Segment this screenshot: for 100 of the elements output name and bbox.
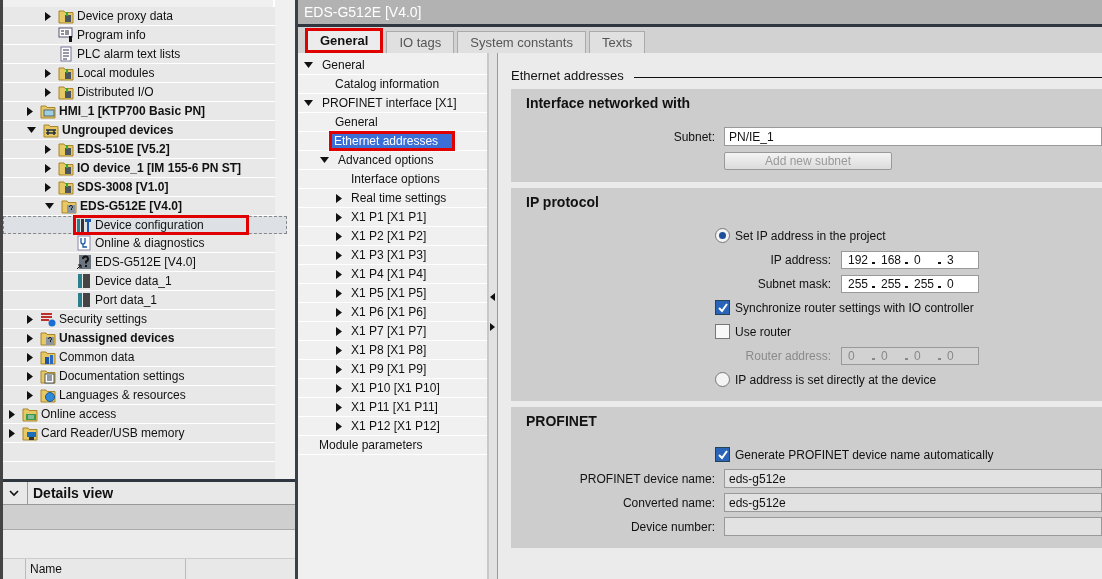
expand-arrow-icon[interactable]	[336, 364, 342, 374]
collapse-arrow-icon[interactable]	[45, 203, 54, 209]
nav-item[interactable]: Module parameters	[317, 438, 425, 452]
nav-item[interactable]: X1 P2 [X1 P2]	[349, 229, 429, 243]
tree-item-label[interactable]: EDS-G512E [V4.0]	[95, 255, 196, 269]
folder-icon	[58, 141, 74, 157]
nav-item[interactable]: X1 P1 [X1 P1]	[349, 210, 429, 224]
expand-arrow-icon[interactable]	[336, 402, 342, 412]
checkbox[interactable]	[715, 300, 730, 315]
expand-arrow-icon[interactable]	[27, 371, 33, 381]
checkbox-label[interactable]: Use router	[735, 324, 792, 339]
nav-item[interactable]: X1 P3 [X1 P3]	[349, 248, 429, 262]
field-label: PROFINET device name:	[578, 471, 716, 486]
checkbox-label[interactable]: Synchronize router settings with IO controller	[735, 300, 974, 315]
expand-arrow-icon[interactable]	[336, 193, 342, 203]
expand-arrow-icon[interactable]	[9, 409, 15, 419]
collapse-arrow-icon[interactable]	[27, 127, 36, 133]
tree-item-label[interactable]: Unassigned devices	[59, 331, 175, 345]
nav-item[interactable]: Catalog information	[333, 77, 442, 91]
nav-item[interactable]: X1 P9 [X1 P9]	[349, 362, 429, 376]
expand-right-icon[interactable]	[490, 323, 495, 331]
nav-item[interactable]: Ethernet addresses	[329, 131, 456, 151]
tree-item-label[interactable]: Distributed I/O	[77, 85, 154, 99]
tab[interactable]: Texts	[588, 31, 646, 53]
expand-arrow-icon[interactable]	[45, 87, 51, 97]
expand-arrow-icon[interactable]	[27, 106, 33, 116]
radio-button[interactable]	[715, 372, 730, 387]
nav-item[interactable]: X1 P8 [X1 P8]	[349, 343, 429, 357]
tab[interactable]: System constants	[457, 31, 586, 53]
tree-item-label[interactable]: Documentation settings	[59, 369, 185, 383]
tree-item-label[interactable]: EDS-510E [V5.2]	[77, 142, 170, 156]
expand-arrow-icon[interactable]	[27, 314, 33, 324]
expand-arrow-icon[interactable]	[336, 307, 342, 317]
input-field[interactable]: PN/IE_1	[724, 127, 1102, 146]
checkbox-label[interactable]: Generate PROFINET device name automatically	[735, 447, 994, 462]
tree-item-label[interactable]: HMI_1 [KTP700 Basic PN]	[59, 104, 206, 118]
nav-item[interactable]: X1 P5 [X1 P5]	[349, 286, 429, 300]
tree-item-label[interactable]: Ungrouped devices	[62, 123, 174, 137]
nav-item[interactable]: General	[320, 58, 367, 72]
nav-item[interactable]: X1 P10 [X1 P10]	[349, 381, 442, 395]
ip-address-field[interactable]: 255 255 255 0	[841, 274, 979, 293]
expand-arrow-icon[interactable]	[27, 333, 33, 343]
tree-item-label[interactable]: Security settings	[59, 312, 148, 326]
expand-arrow-icon[interactable]	[45, 163, 51, 173]
tree-item-label[interactable]: Device data_1	[95, 274, 172, 288]
expand-arrow-icon[interactable]	[336, 288, 342, 298]
expand-arrow-icon[interactable]	[336, 212, 342, 222]
nav-item[interactable]: X1 P6 [X1 P6]	[349, 305, 429, 319]
expand-arrow-icon[interactable]	[45, 182, 51, 192]
collapse-arrow-icon[interactable]	[304, 100, 313, 106]
nav-item[interactable]: X1 P7 [X1 P7]	[349, 324, 429, 338]
expand-arrow-icon[interactable]	[45, 68, 51, 78]
expand-arrow-icon[interactable]	[27, 352, 33, 362]
nav-item[interactable]: General	[333, 115, 380, 129]
folder-icon	[40, 349, 56, 365]
nav-item[interactable]: Advanced options	[336, 153, 436, 167]
expand-arrow-icon[interactable]	[336, 383, 342, 393]
radio-label[interactable]: IP address is set directly at the device	[735, 372, 937, 387]
tree-item-label[interactable]: Online & diagnostics	[95, 236, 205, 250]
expand-arrow-icon[interactable]	[9, 428, 15, 438]
expand-arrow-icon[interactable]	[45, 11, 51, 21]
checkbox[interactable]	[715, 324, 730, 339]
radio-label[interactable]: Set IP address in the project	[735, 228, 886, 243]
nav-item[interactable]: X1 P4 [X1 P4]	[349, 267, 429, 281]
nav-item[interactable]: X1 P11 [X1 P11]	[349, 400, 440, 414]
tree-item-label[interactable]: SDS-3008 [V1.0]	[77, 180, 169, 194]
folder-icon	[43, 122, 59, 138]
tree-item-label[interactable]: Local modules	[77, 66, 155, 80]
expand-arrow-icon[interactable]	[27, 390, 33, 400]
expand-arrow-icon[interactable]	[336, 231, 342, 241]
chevron-down-icon[interactable]	[9, 489, 19, 497]
expand-arrow-icon[interactable]	[336, 421, 342, 431]
tree-item-label[interactable]: Online access	[41, 407, 117, 421]
tab[interactable]: IO tags	[386, 31, 455, 53]
nav-item[interactable]: Real time settings	[349, 191, 449, 205]
tree-item-label[interactable]: Device proxy data	[77, 9, 174, 23]
expand-arrow-icon[interactable]	[336, 269, 342, 279]
expand-arrow-icon[interactable]	[45, 144, 51, 154]
expand-arrow-icon[interactable]	[336, 250, 342, 260]
tree-item-label[interactable]: Device configuration	[95, 218, 204, 232]
tree-item-label[interactable]: Program info	[77, 28, 146, 42]
collapse-arrow-icon[interactable]	[304, 62, 313, 68]
checkbox[interactable]	[715, 447, 730, 462]
collapse-arrow-icon[interactable]	[320, 157, 329, 163]
expand-arrow-icon[interactable]	[336, 345, 342, 355]
tab[interactable]: General	[305, 28, 384, 53]
tree-item-label[interactable]: Port data_1	[95, 293, 158, 307]
ip-address-field[interactable]: 192 168 0 3	[841, 250, 979, 269]
tree-item-label[interactable]: Common data	[59, 350, 135, 364]
nav-item[interactable]: X1 P12 [X1 P12]	[349, 419, 442, 433]
tree-item-label[interactable]: EDS-G512E [V4.0]	[80, 199, 183, 213]
tree-item-label[interactable]: PLC alarm text lists	[77, 47, 181, 61]
collapse-left-icon[interactable]	[490, 293, 495, 301]
tree-item-label[interactable]: Card Reader/USB memory	[41, 426, 185, 440]
nav-item[interactable]: Interface options	[349, 172, 442, 186]
nav-item[interactable]: PROFINET interface [X1]	[320, 96, 459, 110]
radio-button[interactable]	[715, 228, 730, 243]
tree-item-label[interactable]: IO device_1 [IM 155-6 PN ST]	[77, 161, 242, 175]
tree-item-label[interactable]: Languages & resources	[59, 388, 186, 402]
expand-arrow-icon[interactable]	[336, 326, 342, 336]
